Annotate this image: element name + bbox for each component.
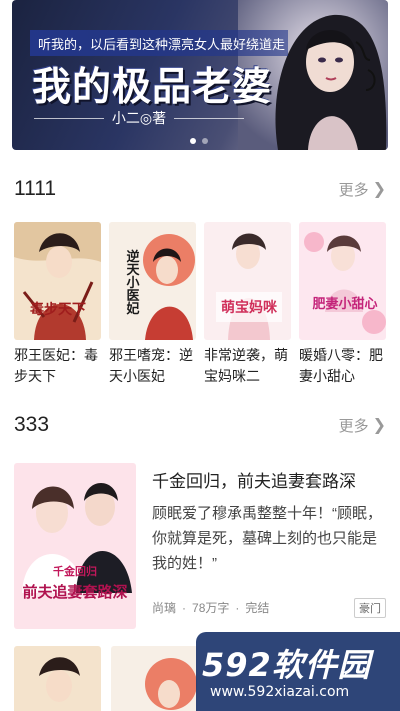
divider <box>174 117 244 119</box>
book-card[interactable]: 萌宝妈咪 非常逆袭，萌宝妈咪二 <box>204 222 291 387</box>
book-cover: 逆天小医妃 <box>109 222 196 340</box>
book-title: 暖婚八零：肥妻小甜心 <box>299 347 383 384</box>
cover-title: 逆天小医妃 <box>124 249 140 316</box>
more-link[interactable]: 更多 ❯ <box>339 415 386 436</box>
section-title: 333 <box>14 413 50 436</box>
section-header-1111: 1111 更多 ❯ <box>14 174 386 204</box>
cover-title: 毒步天下 <box>30 301 86 318</box>
featured-book-meta: 尚璃 · 78万字 · 完结 <box>152 599 269 616</box>
more-label: 更多 <box>338 181 369 199</box>
featured-book-title: 千金回归，前夫追妻套路深 <box>152 472 356 491</box>
section-title: 1111 <box>14 177 57 200</box>
book-cover: 毒步天下 <box>14 222 101 340</box>
featured-book-cover: 千金回归 前夫追妻套路深 <box>14 463 136 629</box>
book-cover: 萌宝妈咪 <box>204 222 291 340</box>
banner-tagline: 听我的，以后看到这种漂亮女人最好绕道走 <box>38 37 286 52</box>
meta-separator: · <box>182 600 187 615</box>
section-header-333: 333 更多 ❯ <box>14 410 386 440</box>
book-title: 非常逆袭，萌宝妈咪二 <box>204 347 288 384</box>
site-watermark: 592软件园 www.592xiazai.com <box>196 632 400 711</box>
divider <box>34 117 104 119</box>
book-word-count: 78万字 <box>192 601 230 615</box>
book-cover <box>14 646 101 711</box>
book-grid: 毒步天下 邪王医妃：毒步天下 逆天小医妃 邪王嗜宠：逆天小医妃 萌宝妈咪 非常逆… <box>14 222 386 387</box>
cover-title: 萌宝妈咪 <box>221 299 278 316</box>
watermark-url: www.592xiazai.com <box>210 684 350 700</box>
book-cover: 肥妻小甜心 <box>299 222 386 340</box>
book-card[interactable]: 毒步天下 邪王医妃：毒步天下 <box>14 222 101 387</box>
book-card[interactable] <box>111 646 198 711</box>
category-tag[interactable]: 豪门 <box>354 598 386 618</box>
book-cover <box>111 646 198 711</box>
cover-subtitle: 千金回归 <box>53 564 97 578</box>
book-card[interactable]: 肥妻小甜心 暖婚八零：肥妻小甜心 <box>299 222 386 387</box>
featured-book-description: 顾眠爱了穆承禹整整十年！“顾眠，你就算是死，墓碑上刻的也只能是我的姓！” <box>152 505 382 572</box>
book-author: 尚璃 <box>152 601 177 615</box>
cover-title: 肥妻小甜心 <box>312 296 377 312</box>
banner-author: 小二◎著 <box>111 110 167 126</box>
book-title: 邪王医妃：毒步天下 <box>14 347 98 384</box>
pagination-dot-active[interactable] <box>190 138 196 144</box>
pagination-dot[interactable] <box>202 138 208 144</box>
banner-title: 我的极品老婆 <box>32 64 273 110</box>
book-title: 邪王嗜宠：逆天小医妃 <box>109 347 193 384</box>
chevron-right-icon: ❯ <box>372 181 386 198</box>
watermark-logo: 592软件园 <box>202 646 371 684</box>
cover-title: 前夫追妻套路深 <box>22 583 127 601</box>
banner-author-line: 小二◎著 <box>34 108 244 128</box>
featured-book[interactable]: 千金回归 前夫追妻套路深 千金回归，前夫追妻套路深 顾眠爱了穆承禹整整十年！“顾… <box>14 463 386 629</box>
banner-pagination <box>190 138 208 144</box>
more-label: 更多 <box>338 417 369 435</box>
chevron-right-icon: ❯ <box>372 417 386 434</box>
book-card[interactable] <box>14 646 101 711</box>
book-card[interactable]: 逆天小医妃 邪王嗜宠：逆天小医妃 <box>109 222 196 387</box>
meta-separator: · <box>235 600 240 615</box>
book-status: 完结 <box>245 601 270 615</box>
hero-banner[interactable]: 听我的，以后看到这种漂亮女人最好绕道走 我的极品老婆 小二◎著 <box>12 0 388 150</box>
more-link[interactable]: 更多 ❯ <box>339 179 386 200</box>
